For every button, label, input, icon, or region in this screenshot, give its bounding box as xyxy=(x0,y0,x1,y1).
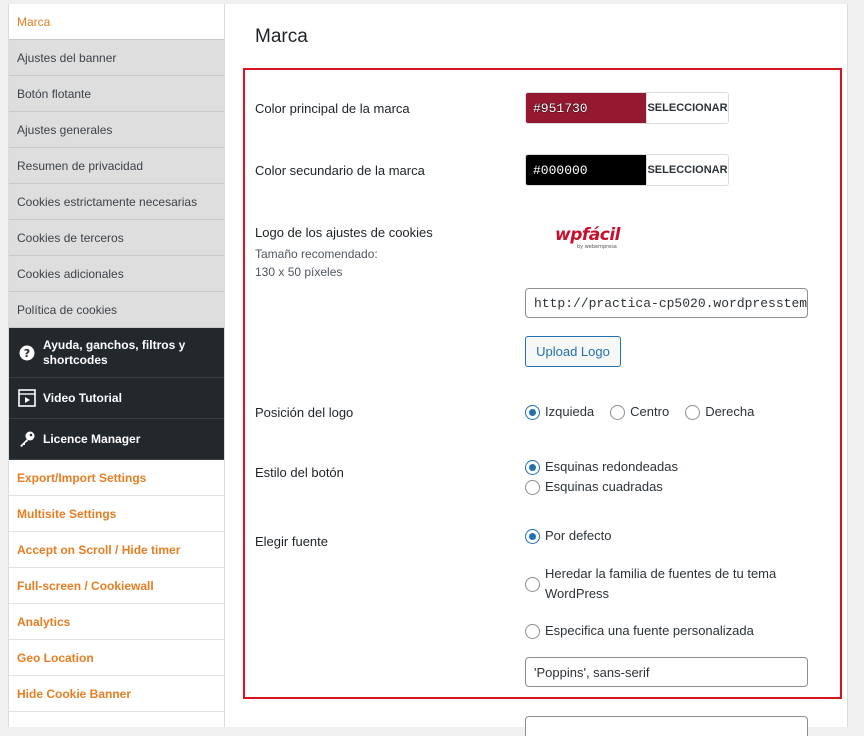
logo-position-right[interactable]: Derecha xyxy=(685,402,754,422)
sidebar-item-licence-manager[interactable]: Licence Manager xyxy=(9,419,224,460)
sidebar-item-label: Ayuda, ganchos, filtros y shortcodes xyxy=(43,337,186,367)
logo-position-radios: Izquieda Centro Derecha xyxy=(525,402,770,422)
settings-sidebar: Marca Ajustes del banner Botón flotante … xyxy=(8,4,225,727)
sidebar-item-geo-location[interactable]: Geo Location xyxy=(9,640,224,676)
sidebar-item-video-tutorial[interactable]: Video Tutorial xyxy=(9,378,224,419)
radio-button[interactable] xyxy=(525,459,540,475)
radio-button[interactable] xyxy=(525,528,540,544)
custom-font-input[interactable]: 'Poppins', sans-serif xyxy=(525,657,808,687)
radio-label: Especifica una fuente personalizada xyxy=(545,623,754,638)
video-icon xyxy=(17,388,37,408)
logo-position-center[interactable]: Centro xyxy=(610,402,669,422)
sidebar-item-cookies-necesarias[interactable]: Cookies estrictamente necesarias xyxy=(9,184,224,220)
sidebar-item-resumen-privacidad[interactable]: Resumen de privacidad xyxy=(9,148,224,184)
radio-label: Derecha xyxy=(705,404,755,419)
logo-url-input[interactable]: http://practica-cp5020.wordpresstemporal… xyxy=(525,288,808,318)
radio-label: Centro xyxy=(630,404,670,419)
svg-text:?: ? xyxy=(24,347,30,360)
sidebar-item-export-import[interactable]: Export/Import Settings xyxy=(9,460,224,496)
sidebar-item-label: Analytics xyxy=(17,614,71,629)
radio-label: Heredar la familia de fuentes de tu tema… xyxy=(545,566,777,601)
sidebar-item-ayuda[interactable]: ? Ayuda, ganchos, filtros y shortcodes xyxy=(9,328,224,378)
sidebar-item-label: Ajustes generales xyxy=(17,122,113,137)
sidebar-item-label: Export/Import Settings xyxy=(17,470,147,485)
sidebar-item-cookies-adicionales[interactable]: Cookies adicionales xyxy=(9,256,224,292)
radio-button[interactable] xyxy=(525,404,540,420)
sidebar-item-analytics[interactable]: Analytics xyxy=(9,604,224,640)
font-label: Elegir fuente xyxy=(255,534,328,549)
secondary-color-label: Color secundario de la marca xyxy=(255,163,425,178)
sidebar-item-label: Video Tutorial xyxy=(43,390,122,405)
next-field-input[interactable] xyxy=(525,716,808,736)
font-option-custom[interactable]: Especifica una fuente personalizada xyxy=(525,621,754,641)
sidebar-item-hide-cookie-banner[interactable]: Hide Cookie Banner xyxy=(9,676,224,712)
logo-preview: wpfácil by webempresa xyxy=(555,226,625,256)
logo-label: Logo de los ajustes de cookies xyxy=(255,225,433,240)
logo-size-hint: Tamaño recomendado: xyxy=(255,247,378,261)
sidebar-item-label: Botón flotante xyxy=(17,86,92,101)
sidebar-item-label: Resumen de privacidad xyxy=(17,158,144,173)
font-option-default-row: Por defecto xyxy=(525,526,628,546)
sidebar-item-politica-cookies[interactable]: Política de cookies xyxy=(9,292,224,328)
primary-color-label: Color principal de la marca xyxy=(255,101,410,116)
sidebar-item-label: Cookies de terceros xyxy=(17,230,124,245)
radio-label: Esquinas redondeadas xyxy=(545,459,678,474)
sidebar-item-boton-flotante[interactable]: Botón flotante xyxy=(9,76,224,112)
settings-panel: Marca Color principal de la marca #95173… xyxy=(225,4,848,736)
sidebar-item-accept-on-scroll[interactable]: Accept on Scroll / Hide timer xyxy=(9,532,224,568)
sidebar-item-ajustes-banner[interactable]: Ajustes del banner xyxy=(9,40,224,76)
font-option-inherit[interactable]: Heredar la familia de fuentes de tu tema… xyxy=(525,564,810,604)
logo-wordmark: wpfácil xyxy=(555,225,620,245)
secondary-color-picker[interactable]: #000000 SELECCIONAR xyxy=(525,154,729,186)
radio-label: Izquieda xyxy=(545,404,595,419)
sidebar-item-label: Cookies adicionales xyxy=(17,266,124,281)
radio-label: Por defecto xyxy=(545,528,612,543)
question-circle-icon: ? xyxy=(17,343,37,363)
button-style-square[interactable]: Esquinas cuadradas xyxy=(525,477,663,497)
button-style-radios: Esquinas redondeadas Esquinas cuadradas xyxy=(525,457,795,497)
logo-size-value: 130 x 50 píxeles xyxy=(255,265,343,279)
sidebar-item-label: Licence Manager xyxy=(43,431,141,446)
radio-label: Esquinas cuadradas xyxy=(545,479,663,494)
secondary-color-select-button[interactable]: SELECCIONAR xyxy=(646,155,728,185)
sidebar-item-ajustes-generales[interactable]: Ajustes generales xyxy=(9,112,224,148)
radio-button[interactable] xyxy=(610,404,626,420)
sidebar-item-label: Geo Location xyxy=(17,650,94,665)
radio-button[interactable] xyxy=(525,623,540,639)
sidebar-item-label: Política de cookies xyxy=(17,302,118,317)
sidebar-item-fullscreen[interactable]: Full-screen / Cookiewall xyxy=(9,568,224,604)
sidebar-item-label: Ajustes del banner xyxy=(17,50,117,65)
radio-button[interactable] xyxy=(525,479,540,495)
button-style-rounded[interactable]: Esquinas redondeadas xyxy=(525,457,678,477)
button-style-label: Estilo del botón xyxy=(255,465,344,480)
page-title: Marca xyxy=(255,26,308,47)
key-icon xyxy=(17,429,37,449)
sidebar-item-label: Accept on Scroll / Hide timer xyxy=(17,542,181,557)
radio-button[interactable] xyxy=(685,404,701,420)
primary-color-select-button[interactable]: SELECCIONAR xyxy=(646,93,728,123)
sidebar-item-cookies-terceros[interactable]: Cookies de terceros xyxy=(9,220,224,256)
sidebar-item-label: Multisite Settings xyxy=(17,506,117,521)
primary-color-swatch[interactable]: #951730 xyxy=(526,93,646,123)
sidebar-item-label: Full-screen / Cookiewall xyxy=(17,578,154,593)
sidebar-item-marca[interactable]: Marca xyxy=(9,4,224,40)
logo-position-left[interactable]: Izquieda xyxy=(525,402,594,422)
sidebar-item-label: Hide Cookie Banner xyxy=(17,686,132,701)
upload-logo-button[interactable]: Upload Logo xyxy=(525,336,621,367)
primary-color-picker[interactable]: #951730 SELECCIONAR xyxy=(525,92,729,124)
sidebar-item-label: Cookies estrictamente necesarias xyxy=(17,194,198,209)
radio-button[interactable] xyxy=(525,576,540,592)
sidebar-item-label: Marca xyxy=(17,14,51,29)
sidebar-item-multisite[interactable]: Multisite Settings xyxy=(9,496,224,532)
font-option-inherit-row: Heredar la familia de fuentes de tu tema… xyxy=(525,564,810,604)
secondary-color-swatch[interactable]: #000000 xyxy=(526,155,646,185)
font-option-default[interactable]: Por defecto xyxy=(525,526,612,546)
logo-position-label: Posición del logo xyxy=(255,405,354,420)
font-option-custom-row: Especifica una fuente personalizada xyxy=(525,621,770,641)
